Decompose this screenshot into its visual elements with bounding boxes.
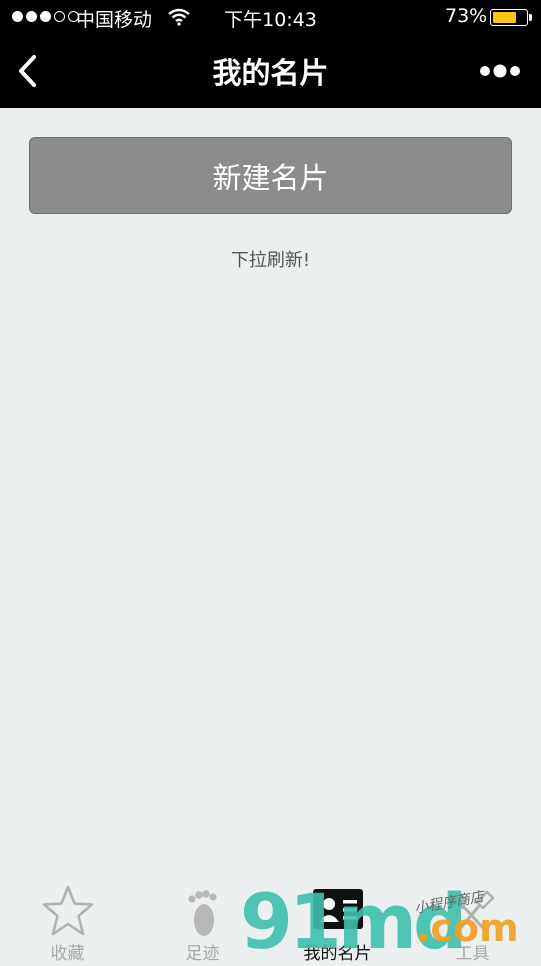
- battery-icon: [490, 9, 528, 26]
- tools-icon: [453, 890, 495, 932]
- footprint-icon: [188, 890, 217, 936]
- new-card-button[interactable]: 新建名片: [29, 137, 512, 214]
- tab-label: 收藏: [50, 944, 85, 964]
- battery-tip: [529, 14, 532, 21]
- tab-label: 足迹: [185, 944, 220, 964]
- status-bar: 中国移动 下午10:43 73%: [0, 0, 541, 34]
- tab-my-cards[interactable]: 我的名片: [270, 872, 405, 964]
- business-card-icon: [313, 889, 363, 929]
- page-title: 我的名片: [212, 56, 329, 90]
- tab-favorites[interactable]: 收藏: [0, 872, 135, 964]
- top-bar: 中国移动 下午10:43 73% 我的名片: [0, 0, 541, 108]
- battery-fill: [493, 12, 516, 23]
- star-icon: [42, 885, 94, 936]
- tab-bar: 收藏 足迹 我的名片 工具: [0, 872, 541, 964]
- tab-label: 工具: [455, 944, 490, 964]
- more-dots-icon[interactable]: [479, 64, 521, 78]
- tab-tools[interactable]: 工具: [405, 872, 540, 964]
- tab-footprints[interactable]: 足迹: [135, 872, 270, 964]
- tab-label: 我的名片: [303, 944, 372, 964]
- pull-to-refresh-hint: 下拉刷新!: [230, 250, 311, 271]
- battery-percent: 73%: [445, 5, 488, 27]
